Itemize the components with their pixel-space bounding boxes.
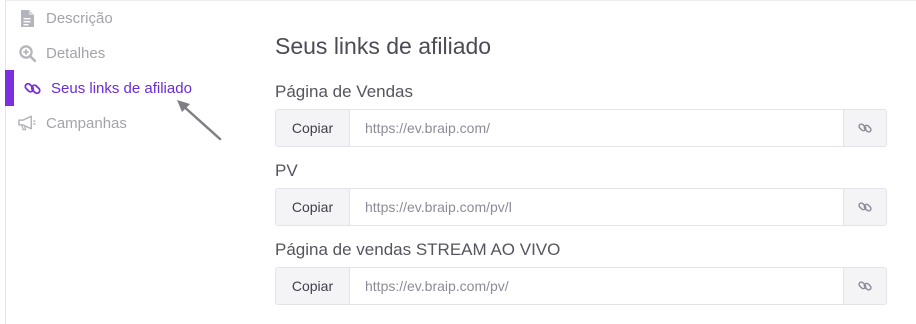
zoom-in-icon — [18, 44, 36, 62]
link-section-label: Página de Vendas — [275, 82, 414, 101]
url-field[interactable]: https://ev.braip.com/pv/l — [350, 189, 843, 225]
sidebar-item-label: Detalhes — [46, 44, 106, 62]
open-link-button[interactable] — [843, 268, 886, 304]
link-row: Copiar https://ev.braip.com/pv/l — [275, 188, 887, 226]
copy-button[interactable]: Copiar — [276, 268, 350, 304]
sidebar-item-label: Seus links de afiliado — [51, 79, 192, 97]
link-icon — [858, 281, 872, 291]
sidebar: Descrição Detalhes Seus links de afiliad… — [5, 0, 245, 323]
open-link-button[interactable] — [843, 110, 886, 146]
link-section-label: PV — [275, 161, 298, 180]
link-icon — [23, 79, 41, 97]
sidebar-item-descricao[interactable]: Descrição — [5, 0, 235, 36]
copy-button[interactable]: Copiar — [276, 189, 350, 225]
copy-button[interactable]: Copiar — [276, 110, 350, 146]
megaphone-icon — [18, 114, 36, 132]
url-field[interactable]: https://ev.braip.com/ — [350, 110, 843, 146]
document-icon — [18, 9, 36, 27]
link-row: Copiar https://ev.braip.com/ — [275, 109, 887, 147]
sidebar-item-detalhes[interactable]: Detalhes — [5, 35, 235, 71]
link-row: Copiar https://ev.braip.com/pv/ — [275, 267, 887, 305]
sidebar-item-label: Descrição — [46, 9, 113, 27]
sidebar-item-label: Campanhas — [46, 114, 127, 132]
url-field[interactable]: https://ev.braip.com/pv/ — [350, 268, 843, 304]
page-title: Seus links de afiliado — [275, 33, 492, 59]
open-link-button[interactable] — [843, 189, 886, 225]
link-icon — [858, 123, 872, 133]
pointer-arrow-icon — [177, 100, 222, 141]
link-section-label: Página de vendas STREAM AO VIVO — [275, 240, 561, 259]
link-icon — [858, 202, 872, 212]
